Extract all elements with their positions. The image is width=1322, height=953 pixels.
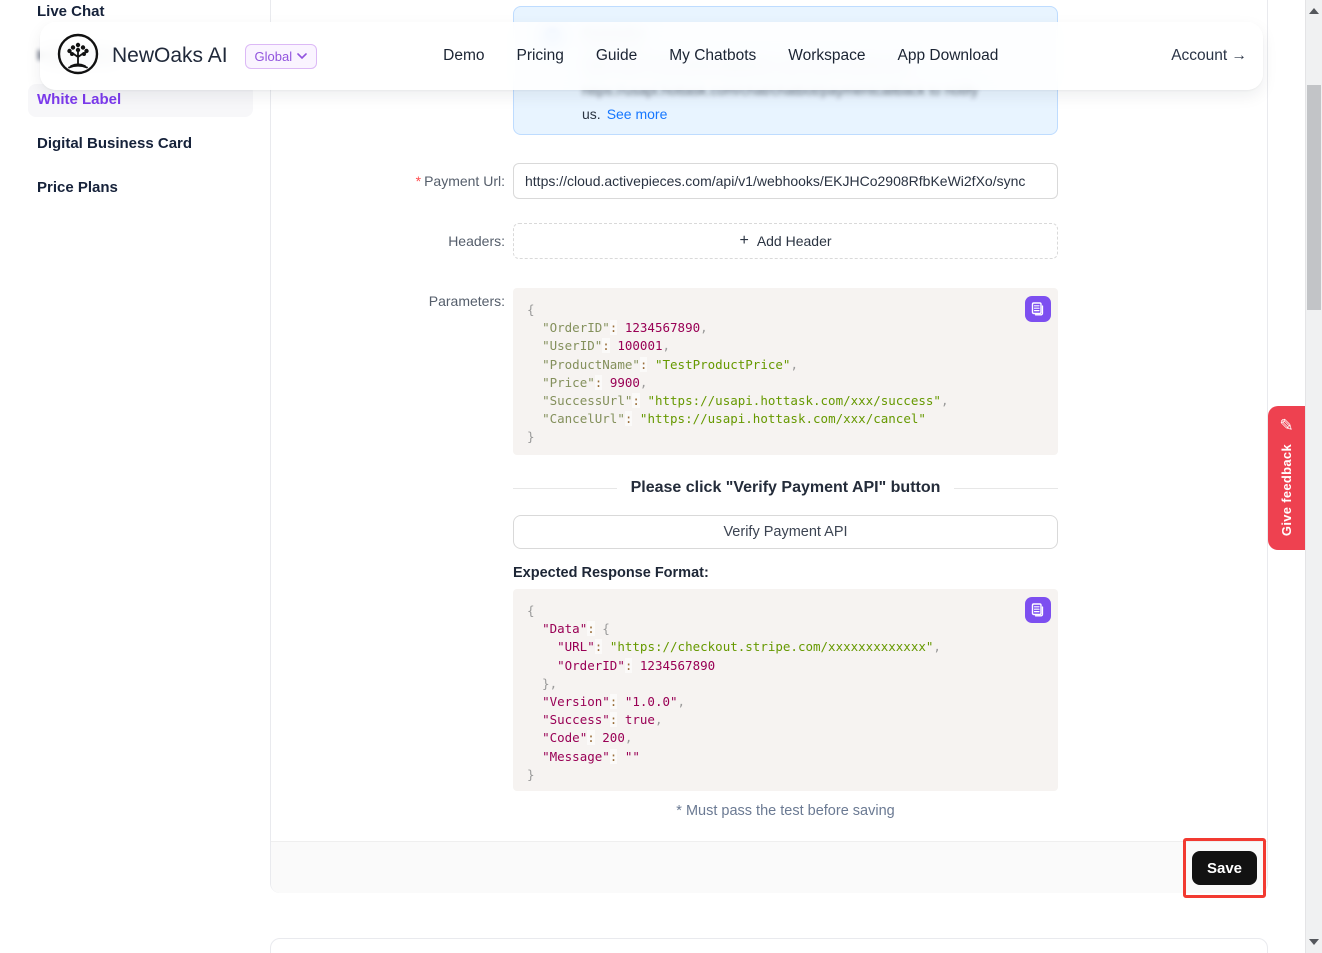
region-selector[interactable]: Global	[245, 44, 318, 69]
sidebar-item-price-plans[interactable]: Price Plans	[37, 179, 118, 196]
give-feedback-tab[interactable]: ✎ Give feedback	[1268, 406, 1305, 550]
scrollbar-thumb[interactable]	[1307, 85, 1321, 310]
sidebar-item-live-chat[interactable]: Live Chat	[37, 3, 105, 20]
give-feedback-label: Give feedback	[1279, 444, 1294, 536]
copy-icon	[1031, 603, 1045, 617]
parameters-code-block: { "OrderID": 1234567890, "UserID": 10000…	[513, 288, 1058, 455]
sidebar-item-white-label[interactable]: White Label	[37, 91, 121, 108]
brand-name[interactable]: NewOaks AI	[112, 44, 228, 68]
account-link[interactable]: Account →	[1171, 47, 1247, 65]
divider-line-right	[954, 488, 1058, 489]
chevron-down-icon	[297, 53, 307, 59]
verify-payment-api-button[interactable]: Verify Payment API	[513, 515, 1058, 549]
divider-line-left	[513, 488, 617, 489]
nav-link-my-chatbots[interactable]: My Chatbots	[669, 47, 756, 65]
copy-icon	[1031, 302, 1045, 316]
divider-text: Please click "Verify Payment API" button	[631, 479, 941, 497]
alert-body-line3: us.See more	[582, 106, 667, 122]
headers-label: Headers:	[305, 233, 505, 249]
required-asterisk: *	[416, 173, 421, 189]
must-pass-note: * Must pass the test before saving	[513, 803, 1058, 819]
response-json: { "Data": { "URL": "https://checkout.str…	[527, 602, 1044, 784]
parameters-json: { "OrderID": 1234567890, "UserID": 10000…	[527, 301, 1044, 447]
copy-response-button[interactable]	[1025, 597, 1051, 623]
response-code-block: { "Data": { "URL": "https://checkout.str…	[513, 589, 1058, 791]
payment-url-label: *Payment Url:	[305, 173, 505, 189]
page: i Reminder After each successful payment…	[0, 0, 1322, 953]
plus-icon: +	[739, 233, 748, 249]
nav-link-guide[interactable]: Guide	[596, 47, 637, 65]
nav-link-demo[interactable]: Demo	[443, 47, 484, 65]
save-button[interactable]: Save	[1192, 851, 1257, 885]
nav-link-pricing[interactable]: Pricing	[516, 47, 563, 65]
copy-parameters-button[interactable]	[1025, 296, 1051, 322]
divider: Please click "Verify Payment API" button	[513, 478, 1058, 498]
see-more-link[interactable]: See more	[607, 106, 668, 122]
nav-link-app-download[interactable]: App Download	[898, 47, 999, 65]
payment-url-input[interactable]	[513, 163, 1058, 199]
scroll-up-arrow[interactable]	[1309, 8, 1319, 14]
top-navbar: NewOaks AI Global Demo Pricing Guide My …	[40, 22, 1263, 90]
nav-link-workspace[interactable]: Workspace	[788, 47, 865, 65]
sidebar-item-digital-business-card[interactable]: Digital Business Card	[37, 135, 192, 152]
brand-logo-icon	[57, 33, 99, 80]
nav-links: Demo Pricing Guide My Chatbots Workspace…	[443, 47, 998, 65]
footer-bar	[271, 841, 1267, 893]
parameters-label: Parameters:	[305, 293, 505, 309]
scroll-down-arrow[interactable]	[1309, 939, 1319, 945]
add-header-button[interactable]: + Add Header	[513, 223, 1058, 259]
expected-response-label: Expected Response Format:	[513, 565, 709, 581]
pencil-icon: ✎	[1279, 416, 1293, 436]
next-section-card	[270, 938, 1268, 953]
